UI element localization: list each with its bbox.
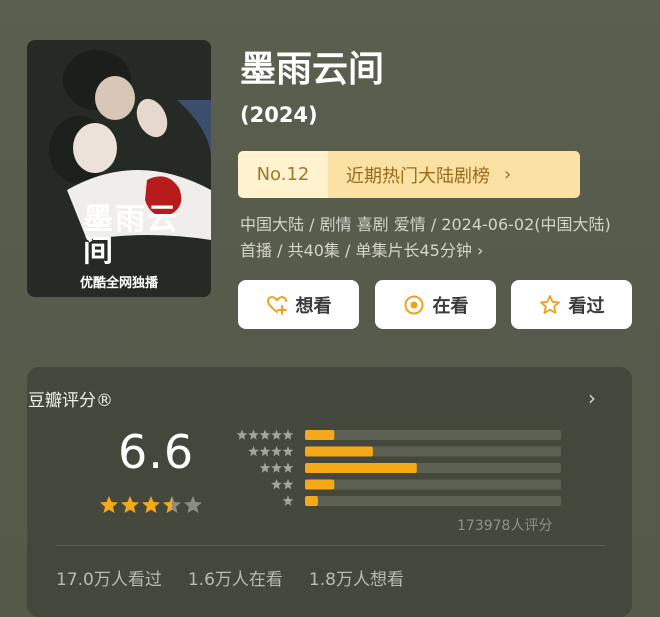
distribution-star-icon bbox=[282, 429, 294, 440]
rating-stats: 17.0万人看过 1.6万人在看 1.8万人想看 bbox=[56, 565, 404, 590]
movie-detail-page: 墨雨云间 优酷全网独播 墨雨云间 (2024) No.12 近期热门大陆剧榜 ›… bbox=[0, 0, 660, 617]
distribution-star-icon bbox=[271, 429, 282, 440]
stat-want[interactable]: 1.8万人想看 bbox=[309, 565, 404, 590]
distribution-star-icon bbox=[271, 446, 282, 457]
distribution-bar-3-star bbox=[305, 463, 417, 473]
distribution-track bbox=[305, 479, 561, 490]
distribution-track bbox=[305, 496, 561, 506]
stat-watched[interactable]: 17.0万人看过 bbox=[56, 565, 162, 590]
distribution-star-icon bbox=[259, 462, 271, 473]
distribution-bar-1-star bbox=[305, 496, 318, 506]
distribution-star-icon bbox=[282, 462, 294, 473]
distribution-star-icon bbox=[259, 446, 271, 457]
distribution-track bbox=[305, 430, 561, 440]
distribution-star-icon bbox=[282, 446, 294, 457]
stat-watching[interactable]: 1.6万人在看 bbox=[188, 565, 283, 590]
distribution-star-icon bbox=[248, 446, 259, 457]
distribution-star-icon bbox=[259, 429, 271, 440]
distribution-star-icon bbox=[282, 495, 294, 506]
distribution-star-icon bbox=[282, 479, 294, 490]
rating-distribution bbox=[236, 429, 561, 506]
card-divider bbox=[56, 545, 606, 546]
distribution-star-icon bbox=[271, 462, 282, 473]
distribution-star-icon bbox=[236, 429, 248, 440]
rating-count: 173978人评分 bbox=[457, 518, 553, 534]
distribution-star-icon bbox=[271, 479, 282, 490]
distribution-star-icon bbox=[248, 429, 259, 440]
distribution-bar-5-star bbox=[305, 430, 335, 440]
distribution-bar-4-star bbox=[305, 446, 373, 457]
distribution-bar-2-star bbox=[305, 479, 335, 490]
